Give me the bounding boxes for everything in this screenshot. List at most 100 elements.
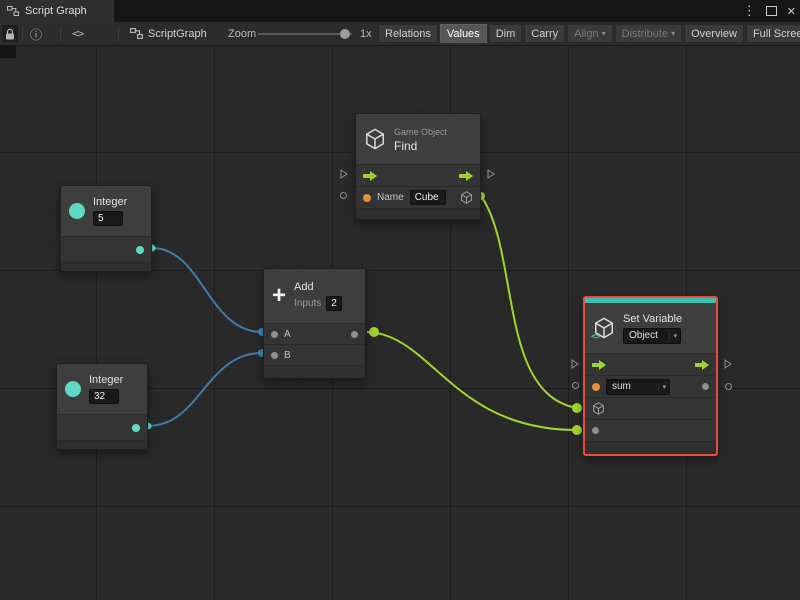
object-input-port-cube-icon[interactable] [592,402,605,415]
port-row [57,414,147,440]
gameobject-cube-icon [365,128,385,150]
name-input-port[interactable] [363,193,371,202]
graph-breadcrumb[interactable]: ScriptGraph [130,27,207,40]
node-add[interactable]: + Add Inputs 2 A B [263,268,366,379]
align-button[interactable]: Align ▾ [567,24,613,43]
distribute-label: Distribute [621,27,669,40]
window-menu-icon[interactable]: ⋮ [743,3,756,19]
node-set-variable[interactable]: <> Set Variable Object ▾ sum ▾ [583,296,718,456]
node-category: Game Object [394,126,448,137]
variable-name-dropdown[interactable]: sum ▾ [606,378,670,395]
object-output-port-cube-icon[interactable] [460,191,473,204]
flow-port-triangle[interactable] [571,359,579,369]
integer-value-field[interactable]: 32 [89,389,119,404]
value-port-circle[interactable] [572,382,579,389]
tab-title: Script Graph [25,5,87,17]
zoom-slider[interactable] [258,29,352,39]
flow-out-arrow-icon[interactable] [695,359,709,370]
toolbar-separator [22,27,23,41]
fullscreen-button[interactable]: Full Screen [745,24,800,43]
zoom-slider-track[interactable] [258,33,352,35]
info-icon: ⓘ [30,28,43,42]
variable-name-value: sum [612,381,631,392]
input-a-port[interactable] [271,330,278,338]
node-footer [61,262,151,271]
value-port-circle[interactable] [725,383,732,390]
integer-icon [69,203,85,219]
chevron-down-icon: ▾ [601,29,606,38]
edit-code-button[interactable]: <> [72,27,84,40]
flow-port-row [356,164,480,186]
name-port-label: Name [377,192,404,203]
node-footer [585,441,716,454]
maximize-icon[interactable] [765,6,777,16]
inputs-count-field[interactable]: 2 [326,296,343,311]
result-output-port[interactable] [351,330,358,338]
dim-button[interactable]: Dim [488,24,523,43]
zoom-label: Zoom [228,28,257,40]
inputs-label: Inputs [294,297,322,309]
values-button[interactable]: Values [439,24,487,43]
zoom-value: 1x [360,28,372,40]
name-port-row: sum ▾ [585,375,716,397]
object-port-row [585,397,716,419]
value-port-circle[interactable] [340,192,347,199]
relations-button[interactable]: Relations [378,24,438,43]
chevron-down-icon: ▾ [658,382,669,391]
node-header: + Add Inputs 2 [264,269,365,323]
flow-out-arrow-icon[interactable] [459,170,473,181]
name-input-field[interactable]: Cube [409,190,446,205]
input-b-label: B [284,349,291,361]
input-b-port[interactable] [271,351,278,359]
chevron-down-icon: ▾ [671,29,676,38]
set-variable-icon: <> [591,317,615,342]
close-icon[interactable]: ✕ [787,5,796,18]
value-input-port[interactable] [592,427,599,434]
port-row [61,236,151,262]
value-input-port-row [585,419,716,441]
flow-port-triangle[interactable] [340,169,348,179]
node-title: Integer [89,374,124,386]
flow-port-triangle[interactable] [724,359,732,369]
add-plus-icon: + [272,282,287,309]
integer-icon [65,381,81,397]
port-row-a: A [264,323,365,344]
integer-value-field[interactable]: 5 [93,211,123,226]
flow-port-triangle[interactable] [487,169,495,179]
node-gameobject-find[interactable]: Game Object Find Name Cube [355,113,481,220]
node-title: Add [294,281,314,293]
value-port-row: Name Cube [356,186,480,208]
node-integer-32[interactable]: Integer 32 [56,363,148,450]
node-header: Integer 5 [61,186,151,236]
flow-in-arrow-icon[interactable] [592,359,606,370]
code-icon: <> [72,27,84,40]
graph-name-label: ScriptGraph [148,27,207,40]
lock-button[interactable] [2,25,18,42]
carry-button[interactable]: Carry [524,24,566,43]
node-title: Find [394,138,418,153]
node-footer [57,440,147,449]
tab-script-graph[interactable]: Script Graph [0,0,114,22]
flow-port-row [585,353,716,375]
info-button[interactable]: ⓘ [30,26,42,43]
node-footer [264,365,365,378]
node-footer [356,208,480,219]
variable-name-port[interactable] [592,382,600,391]
chevron-down-icon: ▾ [669,331,680,340]
output-port[interactable] [136,245,144,254]
variable-kind-dropdown[interactable]: Object ▾ [623,327,681,344]
node-integer-5[interactable]: Integer 5 [60,185,152,272]
variable-kind-value: Object [629,330,658,341]
align-label: Align [574,27,599,40]
value-output-port[interactable] [702,383,709,390]
title-bar: Script Graph ⋮ ✕ [0,0,800,22]
output-port[interactable] [132,423,140,432]
zoom-slider-knob[interactable] [340,29,350,39]
canvas-corner [0,46,16,58]
overview-button[interactable]: Overview [684,24,744,43]
flow-in-arrow-icon[interactable] [363,170,377,181]
lock-icon [6,28,14,39]
node-title: Integer [93,196,128,208]
script-graph-icon [130,28,143,39]
distribute-button[interactable]: Distribute ▾ [614,24,683,43]
